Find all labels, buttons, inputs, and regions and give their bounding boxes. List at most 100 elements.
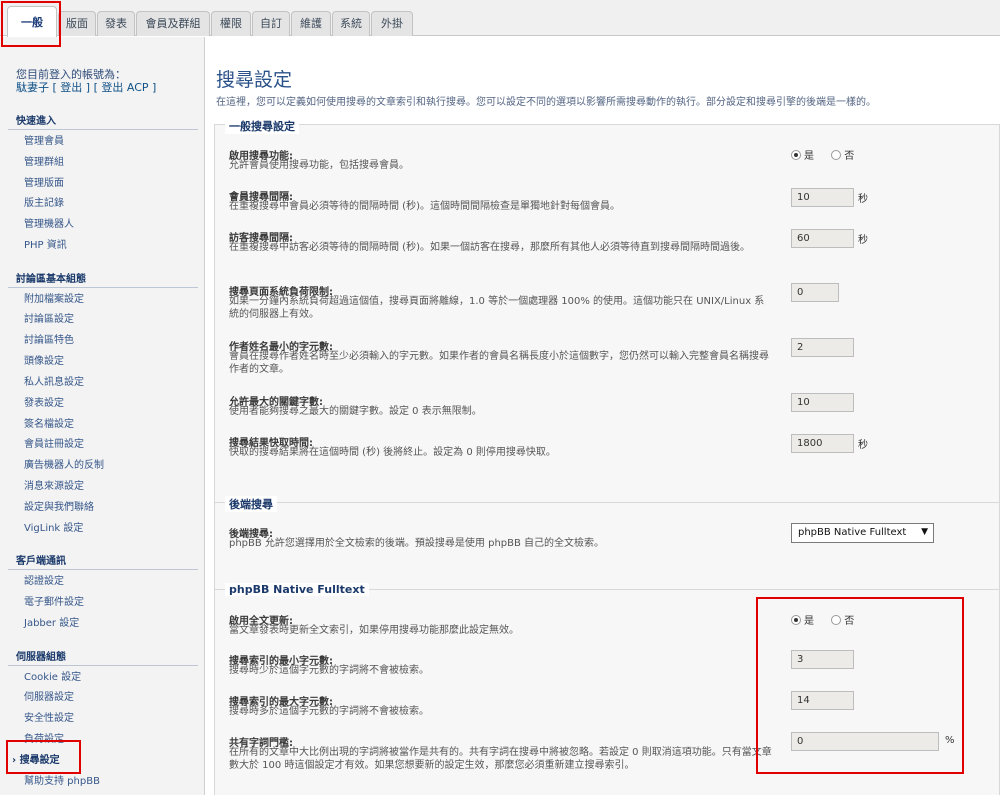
common-threshold-explain: 在所有的文章中大比例出現的字詞將被當作是共有的。共有字詞在搜尋中將被忽略。若設定…	[229, 747, 772, 771]
sidebar-item-avatar-settings[interactable]: 頭像設定	[24, 352, 64, 367]
sidebar-item-cookie-settings[interactable]: Cookie 設定	[24, 668, 81, 683]
sidebar-section-server-config: 伺服器組態	[8, 648, 198, 666]
login-label: 您目前登入的帳號為：	[16, 68, 126, 81]
radio-unselected-icon	[831, 615, 842, 625]
common-threshold-input[interactable]: 0	[791, 732, 939, 751]
sidebar-item-board-settings[interactable]: 討論區設定	[24, 310, 74, 325]
login-info: 您目前登入的帳號為： 駄妻子 [ 登出 ] [ 登出 ACP ]	[16, 68, 156, 94]
cache-time-explain: 快取的搜尋結果將在這個時間 (秒) 後將終止。設定為 0 則停用搜尋快取。	[229, 447, 556, 458]
min-index-chars-explain: 搜尋時少於這個字元數的字詞將不會被檢索。	[229, 665, 429, 676]
row-enable-search: 啟用搜尋功能: 允許會員使用搜尋功能，包括搜尋會員。 是 否	[225, 147, 995, 181]
general-legend: 一般搜尋設定	[225, 118, 299, 134]
sidebar-item-mod-log[interactable]: 版主記錄	[24, 194, 64, 209]
tab-permissions[interactable]: 權限	[211, 11, 251, 36]
cache-time-input[interactable]: 1800	[791, 434, 854, 453]
username-link[interactable]: 駄妻子	[16, 81, 49, 94]
tab-system[interactable]: 系統	[332, 11, 370, 36]
sidebar-item-post-settings[interactable]: 發表設定	[24, 394, 64, 409]
max-keywords-explain: 使用者能夠搜尋之最大的關鍵字數。設定 0 表示無限制。	[229, 406, 482, 417]
sidebar-item-manage-groups[interactable]: 管理群組	[24, 153, 64, 168]
sidebar-item-server-settings[interactable]: 伺服器設定	[24, 688, 74, 703]
sidebar-item-manage-bots[interactable]: 管理機器人	[24, 215, 74, 230]
backend-explain: phpBB 允許您選擇用於全文檢索的後端。預設搜尋是使用 phpBB 自己的全文…	[229, 538, 605, 549]
sidebar-item-manage-forums[interactable]: 管理版面	[24, 174, 64, 189]
min-author-chars-input[interactable]: 2	[791, 338, 854, 357]
enable-search-yes[interactable]: 是	[791, 150, 814, 162]
load-limit-explain: 如果一分鐘內系統負荷超過這個值，搜尋頁面將離線，1.0 等於一個處理器 100%…	[229, 296, 765, 320]
row-guest-search-interval: 訪客搜尋間隔: 在重複搜尋中訪客必須等待的間隔時間 (秒)。如果一個訪客在搜尋，…	[225, 229, 995, 277]
sidebar-item-security-settings[interactable]: 安全性設定	[24, 709, 74, 724]
row-common-word-threshold: 共有字詞門檻: 在所有的文章中大比例出現的字詞將被當作是共有的。共有字詞在搜尋中…	[225, 732, 995, 782]
sidebar-item-signature-settings[interactable]: 簽名檔設定	[24, 415, 74, 430]
sidebar-item-auth-settings[interactable]: 認證設定	[24, 572, 64, 587]
sidebar-item-board-features[interactable]: 討論區特色	[24, 331, 74, 346]
backend-select[interactable]: phpBB Native Fulltext ▼	[791, 523, 934, 543]
sidebar: 您目前登入的帳號為： 駄妻子 [ 登出 ] [ 登出 ACP ] 快速進入 管理…	[0, 37, 205, 795]
row-min-author-chars: 作者姓名最小的字元數: 會員在搜尋作者姓名時至少必須輸入的字元數。如果作者的會員…	[225, 338, 995, 386]
tab-extensions[interactable]: 外掛	[371, 11, 413, 36]
chevron-down-icon: ▼	[921, 527, 928, 537]
max-keywords-input[interactable]: 10	[791, 393, 854, 412]
logout-link[interactable]: [ 登出 ]	[53, 81, 91, 94]
row-max-index-chars: 搜尋索引的最大字元數: 搜尋時多於這個字元數的字詞將不會被檢索。 14	[225, 691, 995, 727]
sidebar-item-email-settings[interactable]: 電子郵件設定	[24, 593, 84, 608]
min-index-chars-input[interactable]: 3	[791, 650, 854, 669]
radio-selected-icon	[791, 150, 801, 160]
sidebar-item-php-info[interactable]: PHP 資訊	[24, 236, 67, 251]
sidebar-item-pm-settings[interactable]: 私人訊息設定	[24, 373, 84, 388]
fulltext-update-explain: 當文章發表時更新全文索引，如果停用搜尋功能那麼此設定無效。	[229, 625, 519, 636]
fulltext-update-yes[interactable]: 是	[791, 615, 814, 627]
max-index-chars-input[interactable]: 14	[791, 691, 854, 710]
tab-posting[interactable]: 發表	[97, 11, 135, 36]
sidebar-section-board-config: 討論區基本組態	[8, 270, 198, 288]
general-search-settings: 一般搜尋設定 啟用搜尋功能: 允許會員使用搜尋功能，包括搜尋會員。 是 否 會員…	[214, 118, 1000, 505]
sidebar-item-feed-settings[interactable]: 消息來源設定	[24, 477, 84, 492]
tab-users-groups[interactable]: 會員及群組	[136, 11, 210, 36]
radio-selected-icon	[791, 615, 801, 625]
tab-maintenance[interactable]: 維護	[291, 11, 331, 36]
fulltext-update-no[interactable]: 否	[831, 615, 854, 627]
sidebar-item-manage-users[interactable]: 管理會員	[24, 132, 64, 147]
guest-interval-unit: 秒	[858, 235, 868, 246]
row-user-search-interval: 會員搜尋間隔: 在重複搜尋中會員必須等待的間隔時間 (秒)。這個時間間隔檢查是單…	[225, 188, 995, 222]
row-max-keywords: 允許最大的關鍵字數: 使用者能夠搜尋之最大的關鍵字數。設定 0 表示無限制。 1…	[225, 393, 995, 427]
sidebar-item-registration-settings[interactable]: 會員註冊設定	[24, 435, 84, 450]
sidebar-item-contact-settings[interactable]: 設定與我們聯絡	[24, 498, 94, 513]
top-tab-bar: 一般 版面 發表 會員及群組 權限 自訂 維護 系統 外掛	[0, 0, 1000, 37]
radio-unselected-icon	[831, 150, 842, 160]
sidebar-item-support-phpbb[interactable]: 幫助支持 phpBB	[24, 772, 100, 787]
row-min-index-chars: 搜尋索引的最小字元數: 搜尋時少於這個字元數的字詞將不會被檢索。 3	[225, 650, 995, 686]
sidebar-item-spambot-countermeasures[interactable]: 廣告機器人的反制	[24, 456, 104, 471]
min-author-chars-explain: 會員在搜尋作者姓名時至少必須輸入的字元數。如果作者的會員名稱長度小於這個數字，您…	[229, 351, 769, 375]
sidebar-item-search-settings[interactable]: 搜尋設定	[12, 751, 60, 766]
backend-legend: 後端搜尋	[225, 496, 277, 512]
main-content: 搜尋設定 在這裡，您可以定義如何使用搜尋的文章索引和執行搜尋。您可以設定不同的選…	[206, 37, 1000, 795]
cache-time-unit: 秒	[858, 440, 868, 451]
sidebar-item-jabber-settings[interactable]: Jabber 設定	[24, 614, 79, 629]
guest-interval-input[interactable]: 60	[791, 229, 854, 248]
row-search-backend: 後端搜尋: phpBB 允許您選擇用於全文檢索的後端。預設搜尋是使用 phpBB…	[225, 523, 995, 559]
tab-forums[interactable]: 版面	[58, 11, 96, 36]
enable-search-radio: 是 否	[791, 147, 854, 162]
sidebar-item-viglink-settings[interactable]: VigLink 設定	[24, 519, 83, 534]
user-interval-unit: 秒	[858, 194, 868, 205]
sidebar-item-load-settings[interactable]: 負荷設定	[24, 730, 64, 745]
enable-search-explain: 允許會員使用搜尋功能，包括搜尋會員。	[229, 160, 409, 171]
row-search-cache-time: 搜尋結果快取時間: 快取的搜尋結果將在這個時間 (秒) 後將終止。設定為 0 則…	[225, 434, 995, 468]
fulltext-update-radio: 是 否	[791, 612, 854, 627]
row-fulltext-update: 啟用全文更新: 當文章發表時更新全文索引，如果停用搜尋功能那麼此設定無效。 是 …	[225, 612, 995, 646]
tab-general[interactable]: 一般	[7, 6, 57, 37]
native-legend: phpBB Native Fulltext	[225, 583, 369, 596]
row-search-load-limit: 搜尋頁面系統負荷限制: 如果一分鐘內系統負荷超過這個值，搜尋頁面將離線，1.0 …	[225, 283, 995, 331]
load-limit-input[interactable]: 0	[791, 283, 839, 302]
max-index-chars-explain: 搜尋時多於這個字元數的字詞將不會被檢索。	[229, 706, 429, 717]
logout-acp-link[interactable]: [ 登出 ACP ]	[94, 81, 157, 94]
sidebar-section-quick-access: 快速進入	[8, 112, 198, 130]
backend-selected-value: phpBB Native Fulltext	[798, 527, 907, 538]
tab-customise[interactable]: 自訂	[252, 11, 290, 36]
native-fulltext-settings: phpBB Native Fulltext 啟用全文更新: 當文章發表時更新全文…	[214, 583, 1000, 795]
page-description: 在這裡，您可以定義如何使用搜尋的文章索引和執行搜尋。您可以設定不同的選項以影響所…	[216, 97, 876, 108]
enable-search-no[interactable]: 否	[831, 150, 854, 162]
sidebar-item-attachment-settings[interactable]: 附加檔案設定	[24, 290, 84, 305]
user-interval-input[interactable]: 10	[791, 188, 854, 207]
